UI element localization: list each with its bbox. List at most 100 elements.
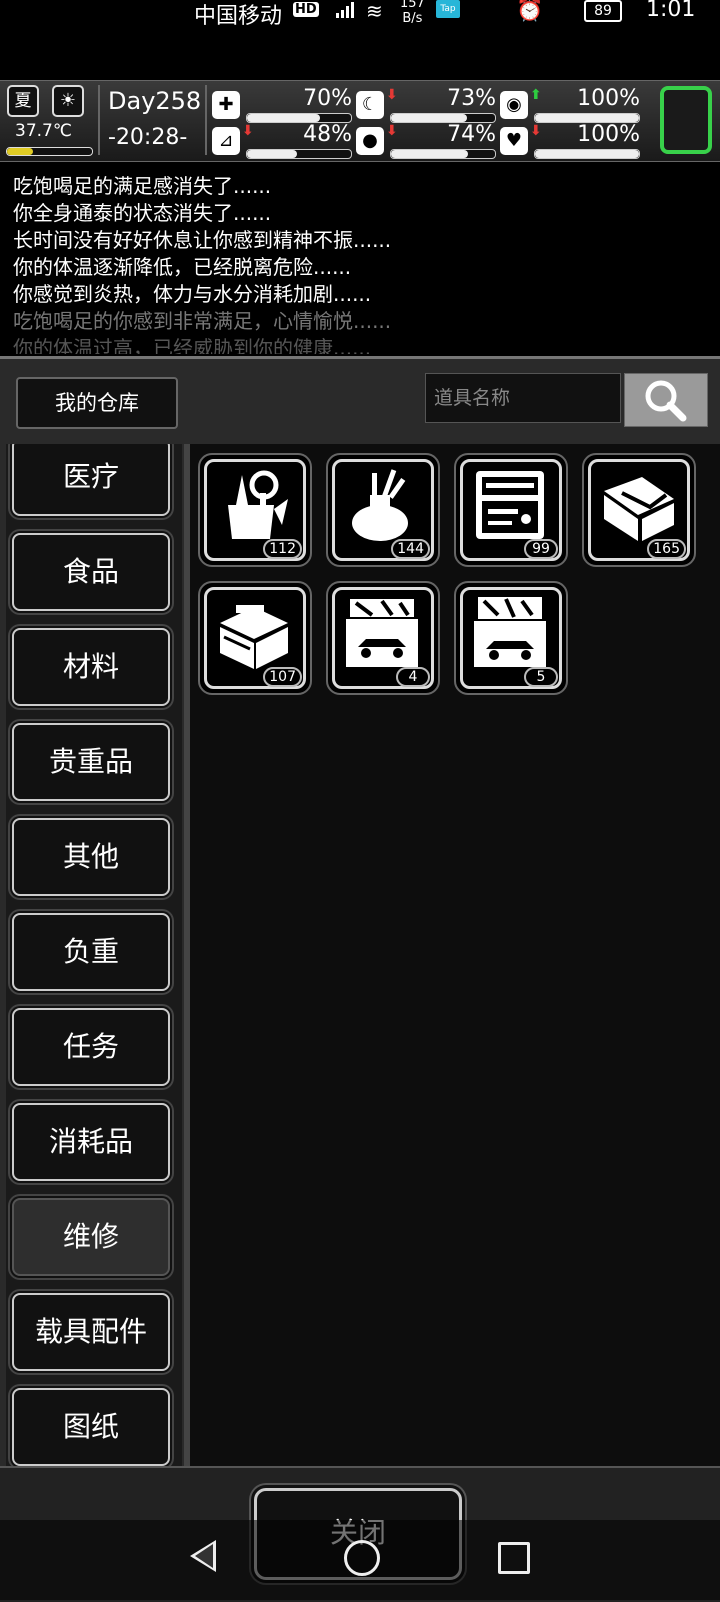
temperature-label: 37.7℃ <box>15 121 72 141</box>
hud-divider <box>98 85 100 155</box>
category-tab[interactable]: 贵重品 <box>12 723 170 801</box>
category-tab[interactable]: 其他 <box>12 818 170 896</box>
stat-bar-fill <box>247 114 320 122</box>
stat-percent: 100% <box>577 86 640 111</box>
car-repair-kit-icon <box>346 599 418 667</box>
stat-bar <box>246 149 352 159</box>
stat-bar-fill <box>247 150 297 158</box>
toolbox-icon <box>220 605 288 669</box>
stat-percent: 70% <box>303 86 352 111</box>
net-speed: 157 B/s <box>400 0 425 26</box>
search-input[interactable] <box>425 373 621 423</box>
stomach-icon: ☾ <box>356 91 384 119</box>
recent-apps-icon[interactable] <box>498 1542 530 1574</box>
message-log: 吃饱喝足的满足感消失了...... 你全身通泰的状态消失了...... 长时间没有好… <box>0 162 720 354</box>
wifi-icon: ≋ <box>366 0 383 23</box>
car-repair-kit-large-item[interactable]: 5 <box>454 581 568 695</box>
battery-icon: 89 <box>584 0 622 22</box>
category-tab[interactable]: 负重 <box>12 913 170 991</box>
sun-icon: ☀ <box>52 85 84 117</box>
trend-arrow-icon: ⬇ <box>386 87 398 103</box>
stat-medkit: ✚ 70% <box>212 86 352 123</box>
trend-arrow-icon: ⬇ <box>242 123 254 139</box>
category-tab[interactable]: 消耗品 <box>12 1103 170 1181</box>
category-tab[interactable]: 维修 <box>12 1198 170 1276</box>
foot-icon: ⊿ <box>212 127 240 155</box>
item-count: 4 <box>396 667 430 687</box>
toolbag-icon <box>228 470 288 539</box>
net-speed-value: 157 <box>400 0 425 11</box>
search-button[interactable] <box>624 373 708 427</box>
stat-percent: 73% <box>447 86 496 111</box>
category-tab[interactable]: 食品 <box>12 533 170 611</box>
temperature-bar-fill <box>7 148 33 155</box>
item-count: 107 <box>263 667 302 687</box>
home-icon[interactable] <box>344 1540 380 1576</box>
log-line: 你的体温逐渐降低，已经脱离危险...... <box>13 255 352 279</box>
pliers-box-item[interactable]: 165 <box>582 453 696 567</box>
stat-water: ● ⬇ 74% <box>356 122 496 159</box>
item-count: 99 <box>524 539 558 559</box>
hud-divider <box>205 85 207 155</box>
hd-badge: HD <box>293 2 319 17</box>
trend-arrow-icon: ⬇ <box>530 123 542 139</box>
back-icon[interactable] <box>190 1540 216 1572</box>
toolbox-item[interactable]: 107 <box>198 581 312 695</box>
item-count: 112 <box>263 539 302 559</box>
stat-percent: 48% <box>303 122 352 147</box>
toolkit-case-item[interactable]: 99 <box>454 453 568 567</box>
status-bar: 中国移动 HD ≋ 157 B/s Tap ⏰ 89 1:01 <box>0 0 720 29</box>
carrier-label: 中国移动 <box>194 4 283 29</box>
log-line: 吃饱喝足的满足感消失了...... <box>13 174 272 198</box>
tool-sack-icon <box>352 469 408 541</box>
season-icon: 夏 <box>7 85 39 117</box>
stat-percent: 100% <box>577 122 640 147</box>
day-counter: Day258 <box>108 87 202 115</box>
category-tab[interactable]: 医疗 <box>12 444 170 516</box>
game-clock: -20:28- <box>108 125 188 150</box>
category-tab[interactable]: 材料 <box>12 628 170 706</box>
brain-icon: ◉ <box>500 91 528 119</box>
water-icon: ● <box>356 127 384 155</box>
category-tab[interactable]: 载具配件 <box>12 1293 170 1371</box>
log-line: 你全身通泰的状态消失了...... <box>13 201 272 225</box>
taptap-icon: Tap <box>436 0 460 18</box>
item-grid: 112 144 99 165 107 4 5 <box>190 444 720 1469</box>
medkit-icon: ✚ <box>212 91 240 119</box>
warehouse-panel: 我的仓库 医疗食品材料贵重品其他负重任务消耗品维修载具配件图纸 112 144 99… <box>0 356 720 1469</box>
item-search <box>425 373 708 427</box>
stat-bar-fill <box>391 150 468 158</box>
stat-heart: ♥ ⬇ 100% <box>500 122 640 159</box>
category-tab[interactable]: 任务 <box>12 1008 170 1086</box>
search-icon <box>645 380 687 422</box>
stat-foot: ⊿ ⬇ 48% <box>212 122 352 159</box>
item-count: 165 <box>647 539 686 559</box>
category-tab[interactable]: 图纸 <box>12 1388 170 1466</box>
heart-icon: ♥ <box>500 127 528 155</box>
item-count: 5 <box>524 667 558 687</box>
stat-percent: 74% <box>447 122 496 147</box>
equipment-slot[interactable] <box>660 86 712 154</box>
temperature-bar <box>6 147 93 156</box>
stat-bar-fill <box>391 114 467 122</box>
tool-sack-item[interactable]: 144 <box>326 453 440 567</box>
log-line: 你的体温过高，已经威胁到你的健康...... <box>13 336 372 354</box>
stat-bar <box>534 149 640 159</box>
toolbag-item[interactable]: 112 <box>198 453 312 567</box>
stat-bar-fill <box>535 150 639 158</box>
car-repair-kit-large-icon <box>474 597 546 667</box>
signal-icon <box>336 2 354 18</box>
trend-arrow-icon: ⬆ <box>530 87 542 103</box>
pliers-box-icon <box>604 477 674 541</box>
category-sidebar: 医疗食品材料贵重品其他负重任务消耗品维修载具配件图纸 <box>6 444 182 1469</box>
trend-arrow-icon: ⬇ <box>386 123 398 139</box>
log-line: 你感觉到炎热，体力与水分消耗加剧...... <box>13 282 372 306</box>
warehouse-title-button[interactable]: 我的仓库 <box>16 377 178 429</box>
toolkit-case-icon <box>476 471 544 539</box>
car-repair-kit-item[interactable]: 4 <box>326 581 440 695</box>
stat-brain: ◉ ⬆ 100% <box>500 86 640 123</box>
net-speed-unit: B/s <box>402 11 423 26</box>
stat-bar <box>390 149 496 159</box>
stat-bar-fill <box>535 114 639 122</box>
item-count: 144 <box>391 539 430 559</box>
